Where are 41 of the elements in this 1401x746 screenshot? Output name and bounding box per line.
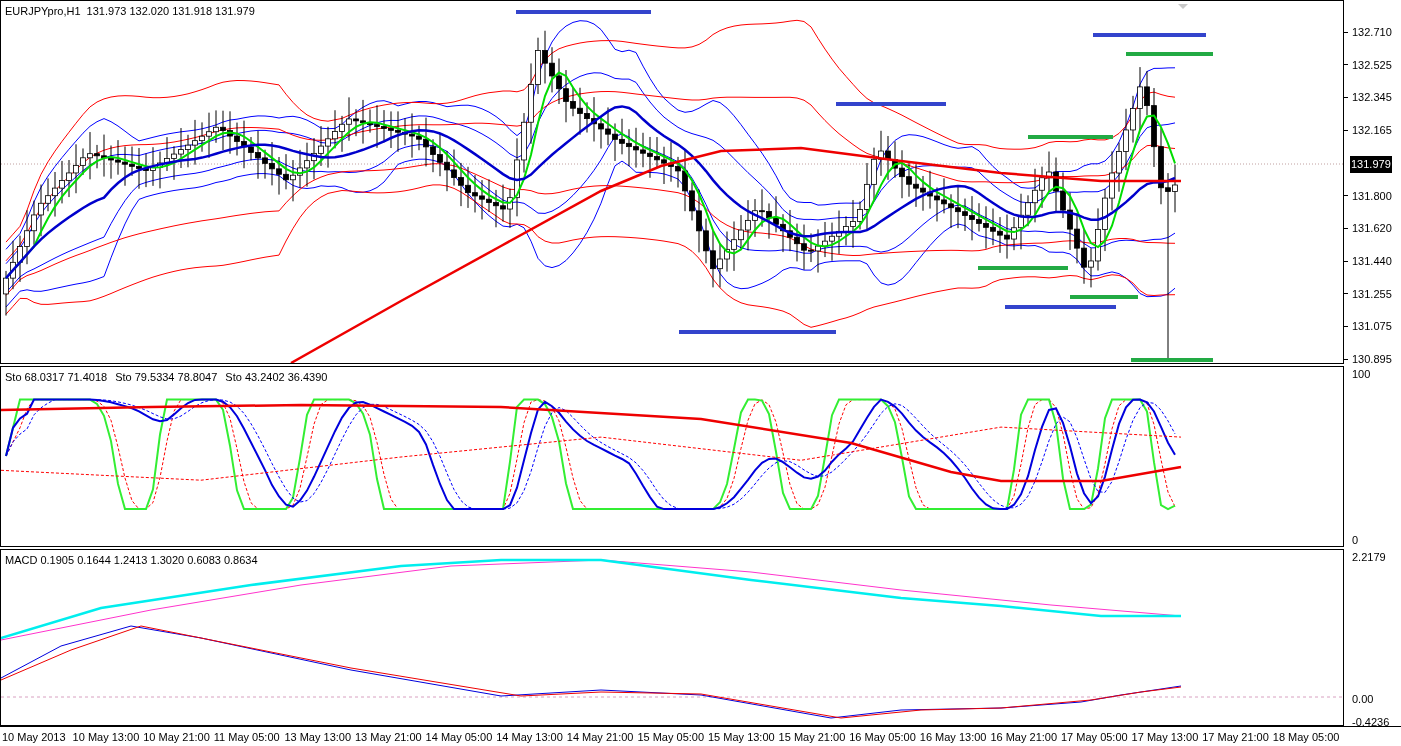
- time-label: 15 May 21:00: [778, 730, 846, 745]
- indicator-label: Sto 43.2402 36.4390: [225, 370, 328, 385]
- price-tick: 130.895: [1352, 352, 1392, 367]
- price-tick: 131.620: [1352, 221, 1392, 237]
- time-label: 10 May 21:00: [143, 730, 210, 745]
- time-label: 16 May 21:00: [990, 730, 1058, 745]
- axis-tick: 100: [1352, 367, 1371, 382]
- time-label: 17 May 21:00: [1202, 730, 1269, 745]
- time-label: 14 May 21:00: [566, 730, 634, 745]
- indicator-label: Sto 79.5334 78.8047: [115, 370, 218, 385]
- time-label: 17 May 05:00: [1061, 730, 1128, 745]
- time-label: 13 May 21:00: [355, 730, 422, 745]
- time-label: 10 May 2013: [2, 730, 66, 745]
- indicator-label: MACD 0.1905 0.1644 1.2413 1.3020 0.6083 0.8634: [5, 553, 258, 568]
- price-tick: 132.525: [1352, 57, 1392, 73]
- time-label: 18 May 05:00: [1272, 730, 1340, 745]
- current-price-label: 131.979: [1350, 156, 1392, 173]
- price-tick: 132.165: [1352, 123, 1392, 139]
- time-label: 15 May 13:00: [708, 730, 775, 745]
- time-label: 13 May 13:00: [284, 730, 352, 745]
- price-tick: 131.440: [1352, 253, 1392, 269]
- indicator-label: Sto 68.0317 71.4018: [5, 370, 108, 385]
- price-tick: 132.710: [1352, 25, 1392, 40]
- axis-tick: 2.2179: [1352, 550, 1386, 565]
- price-tick: 131.255: [1352, 286, 1392, 302]
- symbol-label: EURJPYpro,H1: [5, 4, 81, 19]
- time-label: 14 May 13:00: [496, 730, 563, 745]
- axis-tick: 0: [1352, 533, 1359, 548]
- time-label: 16 May 13:00: [919, 730, 987, 745]
- axis-tick: 0.00: [1352, 692, 1374, 707]
- time-label: 15 May 05:00: [637, 730, 705, 745]
- axis-tick: -0.4236: [1352, 715, 1390, 730]
- time-label: 11 May 05:00: [213, 730, 280, 745]
- price-tick: 131.800: [1352, 188, 1392, 204]
- time-label: 17 May 13:00: [1131, 730, 1199, 745]
- price-tick: 131.075: [1352, 319, 1392, 335]
- time-label: 16 May 05:00: [849, 730, 916, 745]
- price-tick: 132.345: [1352, 90, 1392, 106]
- ohlc-values: 131.973 132.020 131.918 131.979: [86, 4, 255, 19]
- time-label: 14 May 05:00: [425, 730, 493, 745]
- time-label: 10 May 13:00: [72, 730, 140, 745]
